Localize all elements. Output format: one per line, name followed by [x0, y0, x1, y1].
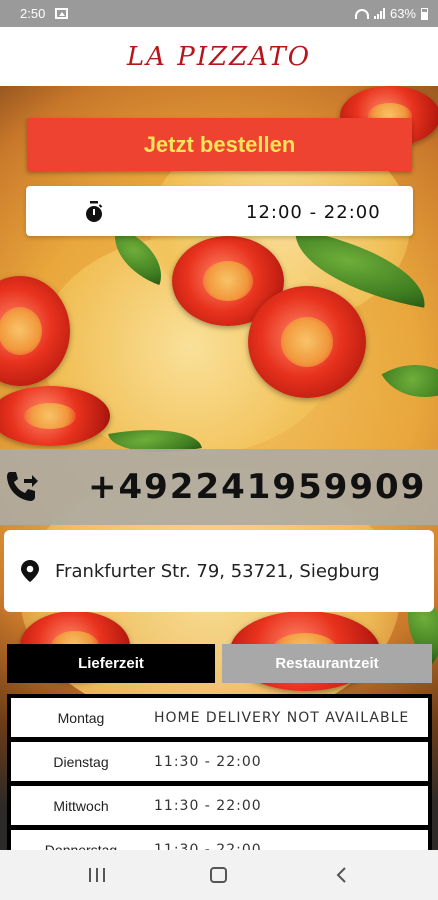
recents-icon[interactable] [89, 868, 105, 882]
schedule-table: Montag HOME DELIVERY NOT AVAILABLE Diens… [7, 694, 432, 850]
schedule-day: Dienstag [53, 753, 109, 770]
schedule-time: 11:30 - 22:00 [154, 841, 262, 851]
battery-percent: 63% [389, 6, 416, 21]
schedule-row: Mittwoch 11:30 - 22:00 [11, 786, 428, 825]
address-card[interactable]: Frankfurter Str. 79, 53721, Siegburg [4, 530, 434, 612]
battery-icon [421, 7, 428, 20]
home-icon[interactable] [210, 867, 227, 883]
order-now-button[interactable]: Jetzt bestellen [27, 118, 412, 171]
schedule-row: Montag HOME DELIVERY NOT AVAILABLE [11, 698, 428, 737]
phone-bar[interactable]: +492241959909 [0, 449, 438, 525]
wifi-icon [354, 8, 369, 19]
status-bar: 2:50 63% [0, 0, 438, 27]
phone-forward-icon [7, 472, 38, 501]
schedule-row: Dienstag 11:30 - 22:00 [11, 742, 428, 781]
schedule-row: Donnerstag 11:30 - 22:00 [11, 830, 428, 850]
schedule-time: HOME DELIVERY NOT AVAILABLE [154, 709, 410, 726]
app-title: LA PIZZATO [126, 41, 312, 72]
schedule-day: Donnerstag [44, 841, 118, 851]
tab-restaurant-time[interactable]: Restaurantzeit [222, 644, 432, 683]
schedule-time: 11:30 - 22:00 [154, 797, 262, 814]
location-pin-icon [21, 560, 39, 582]
status-icons: 63% [354, 6, 428, 21]
system-nav-bar [0, 850, 438, 900]
app-header: LA PIZZATO [0, 27, 438, 86]
stopwatch-icon [86, 201, 103, 222]
address-text: Frankfurter Str. 79, 53721, Siegburg [55, 561, 380, 582]
phone-number[interactable]: +492241959909 [88, 467, 426, 507]
status-time: 2:50 [20, 6, 46, 21]
schedule-day: Montag [57, 709, 105, 726]
signal-icon [373, 8, 385, 19]
back-icon[interactable] [335, 867, 347, 883]
tab-delivery-time[interactable]: Lieferzeit [7, 644, 215, 683]
image-notification-icon [55, 8, 69, 19]
opening-hours-text: 12:00 - 22:00 [246, 202, 381, 223]
schedule-time: 11:30 - 22:00 [154, 753, 262, 770]
opening-hours-card: 12:00 - 22:00 [26, 186, 413, 236]
schedule-day: Mittwoch [53, 797, 109, 814]
